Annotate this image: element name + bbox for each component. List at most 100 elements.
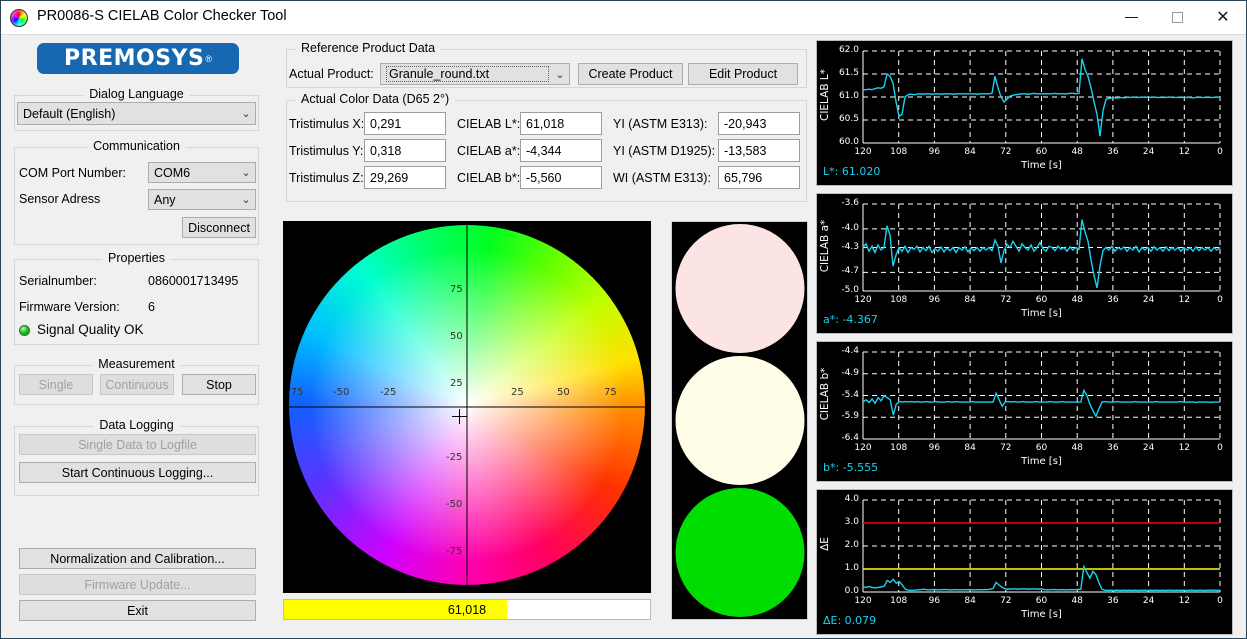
minimize-button[interactable] [1108, 1, 1154, 34]
yi-astm-d1925-label: YI (ASTM D1925): [613, 144, 716, 158]
reference-product-legend: Reference Product Data [295, 41, 442, 55]
delta-e-chart-readout: ΔE: 0.079 [823, 614, 877, 627]
maximize-button[interactable] [1154, 1, 1200, 34]
cielab-l-chart-xtick: 108 [890, 147, 908, 157]
cielab-a-chart-xtick: 12 [1178, 295, 1191, 305]
cielab-a-chart[interactable]: -3.6 -4.0 -4.3 -4.7 -5.0 120 108 96 84 72 60 48 36 24… [816, 193, 1233, 334]
lightness-progress-bar: 61,018 [283, 599, 651, 620]
cielab-l-field[interactable]: 61,018 [520, 112, 602, 135]
dialog-language-select[interactable]: Default (English) ⌄ [17, 102, 256, 125]
cielab-a-chart-ytick: -3.6 [841, 198, 859, 208]
wheel-tick-b-neg25: -25 [446, 452, 463, 463]
cielab-a-chart-xlabel: Time [s] [1021, 308, 1062, 319]
cielab-b-chart-xtick: 72 [1000, 443, 1012, 453]
cielab-l-chart-ytick: 61.5 [838, 68, 859, 78]
create-product-button[interactable]: Create Product [578, 63, 683, 85]
exit-button[interactable]: Exit [19, 600, 256, 621]
registered-mark: ® [205, 53, 212, 64]
com-port-value: COM6 [154, 165, 191, 180]
wheel-tick-a-neg50: -50 [333, 387, 350, 398]
application-window: PR0086-S CIELAB Color Checker Tool ✕ PRE… [0, 0, 1247, 639]
cielab-l-chart-xtick: 12 [1178, 147, 1191, 157]
tristimulus-z-label: Tristimulus Z: [289, 171, 364, 185]
wheel-tick-b-neg75: -75 [446, 546, 463, 557]
yi-astm-d1925-field[interactable]: -13,583 [718, 139, 800, 162]
cielab-a-chart-xtick: 0 [1217, 295, 1223, 305]
cielab-a-field[interactable]: -4,344 [520, 139, 602, 162]
cielab-l-chart-ytick: 60.0 [838, 137, 859, 147]
wheel-tick-a-neg25: -25 [380, 387, 397, 398]
start-continuous-logging-button[interactable]: Start Continuous Logging... [19, 462, 256, 483]
cielab-b-chart-ytick: -6.4 [841, 433, 859, 443]
cielab-a-chart-xtick: 48 [1071, 295, 1083, 305]
delta-e-chart-xtick: 36 [1107, 596, 1119, 606]
firmware-update-button[interactable]: Firmware Update... [19, 574, 256, 595]
status-color-swatch [675, 488, 804, 617]
data-logging-legend: Data Logging [93, 418, 180, 432]
single-data-to-logfile-button[interactable]: Single Data to Logfile [19, 434, 256, 455]
cielab-b-chart-readout: b*: -5.555 [823, 461, 879, 474]
cielab-b-chart[interactable]: -4.4 -4.9 -5.4 -5.9 -6.4 120 108 96 84 72 60 48 36 24… [816, 341, 1233, 482]
dialog-language-value: Default (English) [23, 106, 116, 121]
cielab-b-chart-xtick: 0 [1217, 443, 1223, 453]
cielab-b-chart-xtick: 12 [1178, 443, 1191, 453]
dialog-language-legend: Dialog Language [83, 87, 190, 101]
cielab-a-chart-ytick: -4.3 [841, 241, 859, 252]
actual-color-data-legend: Actual Color Data (D65 2°) [295, 92, 456, 106]
disconnect-button[interactable]: Disconnect [182, 217, 256, 238]
cielab-l-chart-xtick: 36 [1107, 147, 1119, 157]
com-port-select[interactable]: COM6 ⌄ [148, 162, 256, 183]
color-swatch-panel [671, 221, 808, 620]
delta-e-chart-xtick: 84 [964, 596, 976, 606]
tristimulus-x-field[interactable]: 0,291 [364, 112, 446, 135]
tristimulus-y-field[interactable]: 0,318 [364, 139, 446, 162]
tristimulus-x-label: Tristimulus X: [289, 117, 365, 131]
wheel-tick-b-75: 75 [450, 284, 463, 295]
cielab-a-chart-ytick: -4.7 [841, 266, 859, 277]
cielab-l-label: CIELAB L*: [457, 117, 521, 131]
firmware-version-value: 6 [148, 300, 155, 314]
cielab-l-chart-xtick: 120 [854, 147, 872, 157]
stop-measurement-button[interactable]: Stop [182, 374, 256, 395]
delta-e-chart-xtick: 120 [854, 596, 872, 606]
delta-e-chart-xtick: 108 [890, 596, 908, 606]
sensor-address-select[interactable]: Any ⌄ [148, 189, 256, 210]
normalization-calibration-button[interactable]: Normalization and Calibration... [19, 548, 256, 569]
communication-legend: Communication [87, 139, 186, 153]
delta-e-chart-ytick: 4.0 [844, 494, 859, 504]
cielab-b-chart-xtick: 84 [964, 443, 976, 453]
cielab-color-wheel[interactable]: 75 50 25 -25 -50 -75 25 50 75 -25 -50 -7… [283, 221, 651, 593]
continuous-measurement-button[interactable]: Continuous [100, 374, 174, 395]
delta-e-chart[interactable]: 0.0 1.0 2.0 3.0 4.0 120 108 96 84 72 60 48 36 24 12 0 ΔE… [816, 489, 1233, 635]
cielab-a-label: CIELAB a*: [457, 144, 521, 158]
cielab-l-chart-ytick: 61.0 [838, 91, 859, 101]
cielab-l-chart[interactable]: 60.0 60.5 61.0 61.5 62.0 120 108 96 84 72 60 48 36 24… [816, 40, 1233, 186]
single-measurement-button[interactable]: Single [19, 374, 93, 395]
delta-e-chart-series [862, 564, 1221, 592]
cielab-a-chart-xtick: 84 [964, 295, 976, 305]
color-marker-crosshair [451, 409, 467, 425]
tristimulus-z-field[interactable]: 29,269 [364, 166, 446, 189]
wheel-tick-b-50: 50 [450, 331, 463, 342]
close-button[interactable]: ✕ [1200, 1, 1246, 34]
yi-astm-e313-field[interactable]: -20,943 [718, 112, 800, 135]
chevron-down-icon: ⌄ [241, 108, 251, 120]
sensor-address-label: Sensor Adress [19, 192, 101, 206]
cielab-l-chart-xtick: 0 [1217, 147, 1223, 157]
edit-product-button[interactable]: Edit Product [688, 63, 798, 85]
cielab-b-chart-ylabel: CIELAB b* [819, 367, 831, 420]
cielab-b-chart-xtick: 48 [1071, 443, 1083, 453]
cielab-b-field[interactable]: -5,560 [520, 166, 602, 189]
delta-e-chart-ytick: 0.0 [844, 586, 859, 596]
actual-product-label: Actual Product: [289, 67, 374, 81]
cielab-b-chart-xtick: 60 [1035, 443, 1048, 453]
tristimulus-y-label: Tristimulus Y: [289, 144, 364, 158]
actual-product-select[interactable]: Granule_round.txt ⌄ [380, 63, 570, 85]
chevron-down-icon: ⌄ [241, 194, 251, 206]
wi-astm-e313-field[interactable]: 65,796 [718, 166, 800, 189]
firmware-version-label: Firmware Version: [19, 300, 120, 314]
properties-legend: Properties [102, 251, 171, 265]
delta-e-chart-xlabel: Time [s] [1021, 609, 1062, 620]
cielab-a-chart-xtick: 96 [928, 295, 941, 305]
wheel-tick-a-75: 75 [604, 387, 617, 398]
